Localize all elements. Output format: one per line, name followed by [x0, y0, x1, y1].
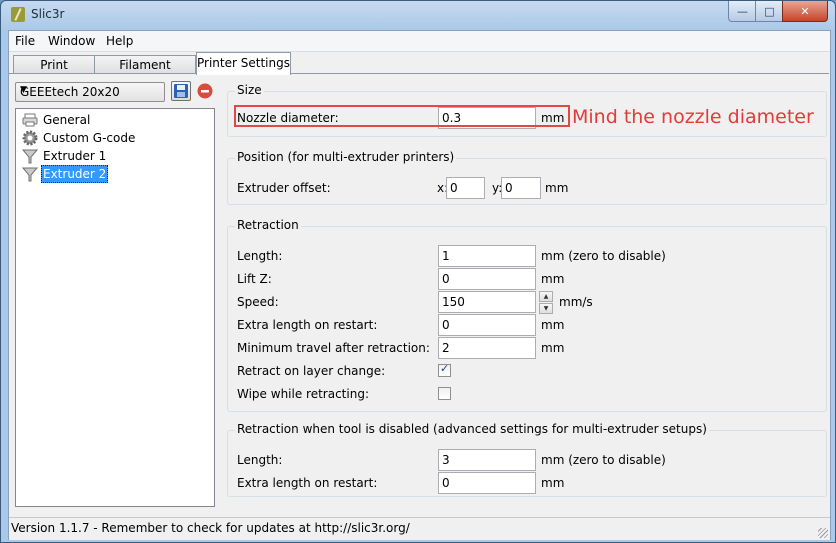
extra-length-unit: mm [541, 318, 565, 332]
delete-icon [197, 83, 213, 99]
window-title: Slic3r [31, 7, 65, 21]
disabled-extra-length-label: Extra length on restart: [237, 476, 378, 490]
disabled-extra-length-input[interactable]: 0 [438, 472, 536, 494]
offset-y-input[interactable]: 0 [501, 177, 541, 199]
retract-layer-change-label: Retract on layer change: [237, 364, 386, 378]
disabled-length-label: Length: [237, 453, 283, 467]
min-travel-unit: mm [541, 341, 565, 355]
min-travel-label: Minimum travel after retraction: [237, 341, 430, 355]
app-window: Slic3r — □ ✕ File Window Help Print Sett… [0, 0, 836, 543]
funnel-icon [21, 166, 39, 182]
maximize-button[interactable]: □ [755, 1, 784, 22]
slic3r-logo-icon [11, 7, 25, 22]
speed-unit: mm/s [559, 295, 593, 309]
tree-item-label: Custom G-code [43, 130, 136, 145]
tab-filament-settings[interactable]: Filament Settings [94, 55, 196, 90]
disabled-extra-length-unit: mm [541, 476, 565, 490]
floppy-disk-icon [174, 84, 188, 98]
offset-x-input[interactable]: 0 [446, 177, 485, 199]
extruder-offset-label: Extruder offset: [237, 181, 331, 195]
tree-item-custom-gcode[interactable]: Custom G-code [22, 129, 137, 146]
title-bar[interactable]: Slic3r — □ ✕ [1, 1, 835, 29]
min-travel-input[interactable]: 2 [438, 337, 536, 359]
lift-z-input[interactable]: 0 [438, 268, 536, 290]
annotation-text: Mind the nozzle diameter [572, 106, 814, 128]
cog-icon [22, 130, 38, 146]
printer-icon [22, 112, 38, 128]
retraction-disabled-title: Retraction when tool is disabled (advanc… [235, 422, 709, 436]
disabled-length-input[interactable]: 3 [438, 449, 536, 471]
retraction-length-label: Length: [237, 249, 283, 263]
preset-dropdown[interactable]: GEEEtech 20x20 ▼ [15, 82, 165, 102]
tree-item-general[interactable]: General [22, 111, 92, 128]
retraction-group-title: Retraction [235, 218, 301, 232]
size-group-title: Size [235, 83, 264, 97]
dropdown-arrow-icon: ▼ [20, 85, 27, 95]
speed-spinner[interactable]: ▲ ▼ [539, 291, 553, 314]
speed-input[interactable]: 150 [438, 291, 536, 313]
tab-printer-settings[interactable]: Printer Settings [196, 52, 291, 75]
retraction-group: Retraction Length: 1 mm (zero to disable… [227, 218, 827, 412]
speed-label: Speed: [237, 295, 279, 309]
spin-down-icon[interactable]: ▼ [539, 303, 553, 314]
tree-item-label: Extruder 1 [43, 148, 107, 163]
menu-help[interactable]: Help [106, 34, 133, 48]
minimize-button[interactable]: — [728, 1, 757, 22]
extra-length-input[interactable]: 0 [438, 314, 536, 336]
spin-up-icon[interactable]: ▲ [539, 291, 553, 302]
tree-item-label: Extruder 2 [41, 164, 109, 183]
retraction-length-unit: mm (zero to disable) [541, 249, 666, 263]
printer-settings-panel: GEEEtech 20x20 ▼ General Custom G-code E… [9, 73, 829, 517]
retraction-disabled-group: Retraction when tool is disabled (advanc… [227, 422, 827, 497]
menu-bar: File Window Help [9, 31, 830, 52]
retract-layer-change-checkbox[interactable] [438, 362, 451, 377]
disabled-length-unit: mm (zero to disable) [541, 453, 666, 467]
settings-content: Size Nozzle diameter: 0.3 mm Position (f… [227, 74, 829, 517]
tree-item-label: General [43, 112, 91, 127]
close-button[interactable]: ✕ [782, 1, 828, 22]
tree-item-extruder-1[interactable]: Extruder 1 [21, 147, 108, 164]
lift-z-unit: mm [541, 272, 565, 286]
tab-print-settings[interactable]: Print Settings [13, 55, 95, 90]
extra-length-label: Extra length on restart: [237, 318, 378, 332]
annotation-highlight-box [234, 105, 570, 127]
status-text: Version 1.1.7 - Remember to check for up… [11, 521, 410, 535]
lift-z-label: Lift Z: [237, 272, 272, 286]
tree-item-extruder-2[interactable]: Extruder 2 [21, 164, 109, 183]
position-group: Position (for multi-extruder printers) E… [227, 150, 827, 205]
status-bar: Version 1.1.7 - Remember to check for up… [9, 517, 830, 540]
wipe-retracting-label: Wipe while retracting: [237, 387, 369, 401]
resize-grip-icon[interactable] [818, 528, 828, 538]
offset-unit: mm [545, 181, 569, 195]
funnel-icon [21, 148, 39, 164]
retraction-length-input[interactable]: 1 [438, 245, 536, 267]
menu-file[interactable]: File [15, 34, 35, 48]
position-group-title: Position (for multi-extruder printers) [235, 150, 457, 164]
tab-bar: Print Settings Filament Settings Printer… [9, 52, 830, 90]
save-preset-button[interactable] [171, 81, 191, 101]
delete-preset-button[interactable] [195, 81, 215, 101]
section-tree: General Custom G-code Extruder 1 Extrude… [15, 108, 215, 507]
menu-window[interactable]: Window [48, 34, 95, 48]
wipe-retracting-checkbox[interactable] [438, 387, 451, 400]
